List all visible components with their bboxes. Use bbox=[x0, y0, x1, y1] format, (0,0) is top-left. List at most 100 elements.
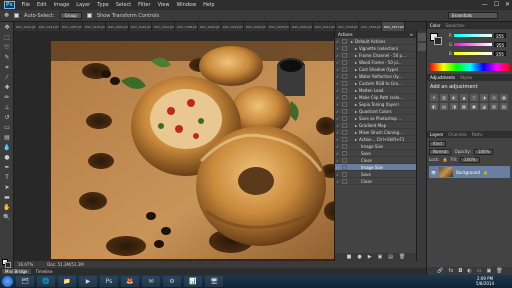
color-panel-background[interactable] bbox=[434, 37, 442, 45]
opacity-field[interactable]: 100% bbox=[473, 148, 494, 155]
expand-triangle-icon[interactable]: ▸ bbox=[355, 116, 357, 121]
tab-timeline[interactable]: Timeline bbox=[33, 269, 56, 274]
taskbar-app-icon[interactable]: 🗂 bbox=[16, 276, 34, 287]
pen-tool-icon[interactable]: ✒ bbox=[2, 163, 12, 172]
action-item[interactable]: ✓ ▸ Wood Frame - 50 pi... bbox=[335, 59, 416, 66]
action-item[interactable]: ✓ ▸ Save as Photoshop ... bbox=[335, 115, 416, 122]
action-item[interactable]: ✓ ▸ Custom RGB to Gra... bbox=[335, 80, 416, 87]
lasso-tool-icon[interactable]: ➰ bbox=[2, 43, 12, 52]
action-item[interactable]: ✓ Image Size bbox=[335, 164, 416, 171]
trash-icon[interactable]: 🗑 bbox=[399, 254, 405, 260]
document-image[interactable] bbox=[51, 41, 360, 259]
dialog-toggle[interactable] bbox=[342, 108, 347, 114]
expand-triangle-icon[interactable]: ▸ bbox=[355, 53, 357, 58]
doc-tab[interactable]: DSC_0419.JPG bbox=[221, 22, 244, 31]
doc-tab[interactable]: DSC_0556.JPG bbox=[359, 22, 382, 31]
tab-styles[interactable]: Styles bbox=[460, 75, 472, 80]
action-item[interactable]: ✓ ▸ Action... Ctrl+Shift+F1 bbox=[335, 136, 416, 143]
doc-tab[interactable]: DSC_0001.JPG bbox=[14, 22, 37, 31]
panel-menu-icon[interactable]: ≡ bbox=[410, 32, 413, 37]
doc-tab[interactable]: DSC_0310.JPG bbox=[152, 22, 175, 31]
dialog-toggle[interactable] bbox=[342, 66, 347, 72]
menu-filter[interactable]: Filter bbox=[138, 2, 150, 8]
menu-window[interactable]: Window bbox=[176, 2, 196, 8]
expand-triangle-icon[interactable]: ▸ bbox=[355, 46, 357, 51]
doc-tab[interactable]: DSC_0245.JPG bbox=[129, 22, 152, 31]
gradient-tool-icon[interactable]: ▤ bbox=[2, 133, 12, 142]
tab-swatches[interactable]: Swatches bbox=[445, 23, 464, 28]
check-icon[interactable]: ✓ bbox=[335, 137, 340, 142]
expand-triangle-icon[interactable]: ▸ bbox=[355, 109, 357, 114]
dialog-toggle[interactable] bbox=[342, 129, 347, 135]
expand-triangle-icon[interactable]: ▸ bbox=[355, 123, 357, 128]
folder-icon[interactable]: ▭ bbox=[477, 268, 482, 274]
check-icon[interactable]: ✓ bbox=[335, 74, 340, 79]
check-icon[interactable]: ✓ bbox=[335, 179, 340, 184]
menu-help[interactable]: Help bbox=[203, 2, 214, 8]
action-item[interactable]: ✓ ▸ Default Actions bbox=[335, 38, 416, 45]
expand-triangle-icon[interactable]: ▸ bbox=[355, 88, 357, 93]
move-tool-icon[interactable]: ✥ bbox=[2, 23, 12, 32]
tab-adjustments[interactable]: Adjustments bbox=[430, 75, 455, 80]
mask-icon[interactable]: ◘ bbox=[458, 268, 462, 274]
menu-layer[interactable]: Layer bbox=[76, 2, 90, 8]
eye-icon[interactable]: 👁 bbox=[431, 170, 436, 175]
expand-triangle-icon[interactable]: ▸ bbox=[355, 60, 357, 65]
doc-tab-active[interactable]: DSC_0571.JPG bbox=[382, 22, 405, 31]
check-icon[interactable]: ✓ bbox=[335, 109, 340, 114]
menu-edit[interactable]: Edit bbox=[37, 2, 47, 8]
check-icon[interactable]: ✓ bbox=[335, 88, 340, 93]
check-icon[interactable]: ✓ bbox=[335, 53, 340, 58]
dialog-toggle[interactable] bbox=[342, 178, 347, 184]
check-icon[interactable]: ✓ bbox=[335, 95, 340, 100]
action-item[interactable]: ✓ ▸ Cast Shadow (type) bbox=[335, 66, 416, 73]
adjustment-icon[interactable]: ◪ bbox=[480, 103, 488, 110]
taskbar-app-icon[interactable]: ✉ bbox=[142, 276, 160, 287]
expand-triangle-icon[interactable]: ▸ bbox=[355, 130, 357, 135]
adjustment-icon[interactable]: ◐ bbox=[450, 94, 458, 101]
green-value[interactable]: 255 bbox=[494, 42, 507, 48]
adjustment-icon[interactable]: ▧ bbox=[490, 103, 498, 110]
menu-type[interactable]: Type bbox=[97, 2, 108, 8]
expand-triangle-icon[interactable]: ▸ bbox=[355, 74, 357, 79]
tab-layers[interactable]: Layers bbox=[430, 132, 443, 137]
green-slider[interactable] bbox=[454, 43, 493, 46]
dialog-toggle[interactable] bbox=[342, 122, 347, 128]
dialog-toggle[interactable] bbox=[342, 157, 347, 163]
action-item[interactable]: ✓ ▸ Mixer Brush Cloning... bbox=[335, 129, 416, 136]
minimize-button[interactable]: — bbox=[482, 1, 488, 8]
taskbar-app-icon[interactable]: 🖥 bbox=[205, 276, 223, 287]
check-icon[interactable]: ✓ bbox=[335, 151, 340, 156]
blend-mode-dropdown[interactable]: Normal bbox=[429, 148, 452, 155]
action-item[interactable]: ✓ ▸ Vignette (selection) bbox=[335, 45, 416, 52]
eyedropper-tool-icon[interactable]: ⁄ bbox=[2, 73, 12, 82]
expand-triangle-icon[interactable]: ▸ bbox=[351, 39, 353, 44]
check-icon[interactable]: ✓ bbox=[335, 67, 340, 72]
adjustment-icon[interactable]: ▩ bbox=[460, 103, 468, 110]
dialog-toggle[interactable] bbox=[342, 80, 347, 86]
adjustment-icon[interactable]: ◧ bbox=[430, 103, 438, 110]
action-item[interactable]: ✓ Close bbox=[335, 157, 416, 164]
brush-tool-icon[interactable]: ✏ bbox=[2, 93, 12, 102]
canvas-area[interactable] bbox=[14, 31, 360, 261]
action-item[interactable]: ✓ ▸ Quadrant Colors bbox=[335, 108, 416, 115]
action-item[interactable]: ✓ Image Size bbox=[335, 143, 416, 150]
dialog-toggle[interactable] bbox=[342, 45, 347, 51]
expand-triangle-icon[interactable]: ▸ bbox=[355, 95, 357, 100]
expand-triangle-icon[interactable]: ▸ bbox=[355, 137, 357, 142]
new-layer-icon[interactable]: ▣ bbox=[486, 268, 491, 274]
history-brush-tool-icon[interactable]: ↺ bbox=[2, 113, 12, 122]
dialog-toggle[interactable] bbox=[342, 136, 347, 142]
doc-tab[interactable]: DSC_0478.JPG bbox=[267, 22, 290, 31]
adjustment-icon[interactable]: ▽ bbox=[470, 94, 478, 101]
doc-tab[interactable]: DSC_0491.JPG bbox=[290, 22, 313, 31]
doc-tab[interactable]: DSC_0012.JPG bbox=[37, 22, 60, 31]
action-item[interactable]: ✓ ▸ Gradient Map bbox=[335, 122, 416, 129]
tab-color[interactable]: Color bbox=[430, 23, 440, 28]
doc-tab[interactable]: DSC_0538.JPG bbox=[336, 22, 359, 31]
doc-tab[interactable]: DSC_0388.JPG bbox=[175, 22, 198, 31]
layer-row[interactable]: 👁 Background 🔒 bbox=[429, 166, 510, 178]
start-button[interactable] bbox=[2, 276, 13, 287]
quick-select-tool-icon[interactable]: ✎ bbox=[2, 53, 12, 62]
adjustment-icon[interactable]: ▤ bbox=[440, 103, 448, 110]
